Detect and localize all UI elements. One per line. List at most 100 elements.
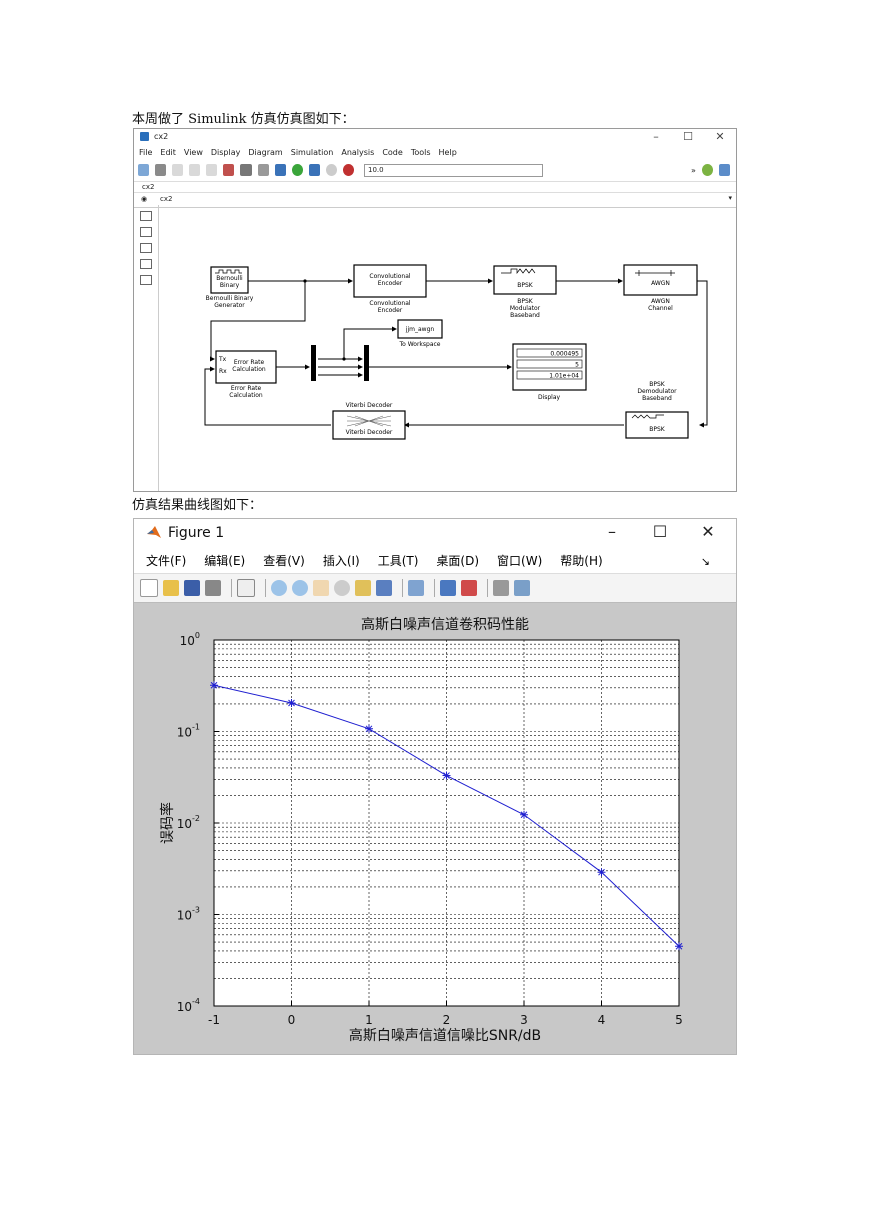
pan-hand-icon[interactable] bbox=[313, 580, 329, 596]
figure-close-button[interactable]: ✕ bbox=[696, 522, 720, 541]
simulink-canvas: Bernoulli Binary Bernoulli Binary Generato… bbox=[204, 264, 708, 440]
menu-edit[interactable]: Edit bbox=[160, 148, 176, 157]
new-model-icon[interactable] bbox=[138, 164, 150, 176]
image-icon[interactable] bbox=[140, 275, 152, 285]
colorbar-icon[interactable] bbox=[440, 580, 456, 596]
demux-block[interactable] bbox=[311, 345, 316, 381]
simulink-window: cx2 – ☐ ✕ File Edit View Display Diagram… bbox=[133, 128, 737, 492]
simulink-toolbar: 10.0 » bbox=[134, 159, 736, 182]
mux-block[interactable] bbox=[364, 345, 369, 381]
pointer-icon[interactable] bbox=[237, 579, 255, 597]
build-icon[interactable] bbox=[719, 164, 731, 176]
menu-insert-cn[interactable]: 插入(I) bbox=[323, 552, 360, 569]
print-icon[interactable] bbox=[205, 580, 221, 596]
link-plot-icon[interactable] bbox=[408, 580, 424, 596]
fit-view-icon[interactable] bbox=[140, 227, 152, 237]
simulink-menubar: File Edit View Display Diagram Simulatio… bbox=[134, 145, 736, 159]
menu-display[interactable]: Display bbox=[211, 148, 241, 157]
label-line: Baseband bbox=[642, 395, 672, 402]
label-line: Viterbi Decoder bbox=[346, 402, 393, 409]
menu-file-cn[interactable]: 文件(F) bbox=[146, 552, 186, 569]
back-icon[interactable] bbox=[172, 164, 184, 176]
minimize-button[interactable]: – bbox=[646, 130, 666, 143]
up-icon[interactable] bbox=[206, 164, 218, 176]
menu-file[interactable]: File bbox=[139, 148, 152, 157]
ber-point-marker bbox=[675, 942, 683, 951]
display-value-ber: 0.000495 bbox=[550, 351, 579, 358]
label-line: 1.01e+04 bbox=[549, 373, 579, 380]
more-icon[interactable]: » bbox=[691, 166, 696, 175]
zoom-in-icon[interactable] bbox=[271, 580, 287, 596]
zoom-icon[interactable] bbox=[140, 211, 152, 221]
error-rate-label: Error Rate Calculation bbox=[229, 385, 263, 399]
menu-diagram[interactable]: Diagram bbox=[248, 148, 282, 157]
run-icon[interactable] bbox=[291, 164, 303, 176]
label-line: Convolutional bbox=[369, 273, 411, 280]
model-breadcrumb[interactable]: cx2 bbox=[160, 195, 172, 203]
figure-titlebar: Figure 1 – ☐ ✕ bbox=[134, 519, 736, 547]
model-explorer-icon[interactable] bbox=[257, 164, 269, 176]
menu-help-cn[interactable]: 帮助(H) bbox=[560, 552, 602, 569]
y-tick-label: 10-1 bbox=[177, 723, 200, 740]
bpsk-demodulator-block[interactable] bbox=[625, 411, 689, 439]
viterbi-decoder-label: Viterbi Decoder bbox=[346, 402, 393, 409]
settings-gear-icon[interactable] bbox=[240, 164, 252, 176]
chevron-down-icon[interactable]: ▾ bbox=[728, 194, 732, 202]
label-line: Tx bbox=[218, 356, 227, 363]
new-figure-icon[interactable] bbox=[140, 579, 158, 597]
label-line: BPSK bbox=[517, 298, 534, 305]
zoom-out-icon[interactable] bbox=[292, 580, 308, 596]
menu-view-cn[interactable]: 查看(V) bbox=[263, 552, 305, 569]
model-tab[interactable]: cx2 bbox=[134, 182, 736, 193]
ber-point-marker bbox=[597, 868, 606, 877]
y-tick-exponent: 0 bbox=[195, 631, 200, 640]
maximize-button[interactable]: ☐ bbox=[678, 130, 698, 143]
menu-analysis[interactable]: Analysis bbox=[341, 148, 374, 157]
viterbi-icon-text: Viterbi Decoder bbox=[346, 429, 393, 436]
label-line: Bernoulli Binary bbox=[206, 295, 254, 302]
forward-icon[interactable] bbox=[189, 164, 201, 176]
menu-code[interactable]: Code bbox=[382, 148, 402, 157]
step-back-icon[interactable] bbox=[274, 164, 286, 176]
menu-help[interactable]: Help bbox=[439, 148, 457, 157]
figure-minimize-button[interactable]: – bbox=[600, 522, 624, 541]
menu-tools[interactable]: Tools bbox=[411, 148, 431, 157]
stop-time-input[interactable]: 10.0 bbox=[364, 163, 544, 177]
label-line: Display bbox=[538, 394, 561, 401]
menu-window-cn[interactable]: 窗口(W) bbox=[497, 552, 542, 569]
stop-icon[interactable] bbox=[325, 164, 337, 176]
data-cursor-icon[interactable] bbox=[355, 580, 371, 596]
save-icon[interactable] bbox=[155, 164, 167, 176]
library-browser-icon[interactable] bbox=[223, 164, 235, 176]
menu-edit-cn[interactable]: 编辑(E) bbox=[204, 552, 245, 569]
hide-browser-icon[interactable]: ◉ bbox=[141, 195, 147, 203]
conv-encoder-label: Convolutional Encoder bbox=[369, 300, 411, 314]
show-plot-tools-icon[interactable] bbox=[514, 580, 530, 596]
bpsk-demodulator-icon-text: BPSK bbox=[649, 426, 666, 433]
hide-plot-tools-icon[interactable] bbox=[493, 580, 509, 596]
menu-desktop-cn[interactable]: 桌面(D) bbox=[436, 552, 479, 569]
menu-simulation[interactable]: Simulation bbox=[291, 148, 334, 157]
dock-arrow-icon[interactable]: ↘ bbox=[701, 555, 710, 568]
to-workspace-variable: jjm_awgn bbox=[405, 326, 435, 333]
annotation-icon[interactable] bbox=[140, 259, 152, 269]
y-tick-label: 10-4 bbox=[177, 997, 200, 1014]
open-folder-icon[interactable] bbox=[163, 580, 179, 596]
arrow-icon[interactable] bbox=[140, 243, 152, 253]
close-button[interactable]: ✕ bbox=[710, 130, 730, 143]
model-advisor-icon[interactable] bbox=[701, 164, 713, 176]
label-line: Convolutional bbox=[369, 300, 411, 307]
menu-view[interactable]: View bbox=[184, 148, 203, 157]
y-tick-base: 10 bbox=[177, 817, 192, 831]
rotate-3d-icon[interactable] bbox=[334, 580, 350, 596]
legend-icon[interactable] bbox=[461, 580, 477, 596]
figure-maximize-button[interactable]: ☐ bbox=[648, 522, 672, 541]
brush-icon[interactable] bbox=[376, 580, 392, 596]
save-icon[interactable] bbox=[184, 580, 200, 596]
record-icon[interactable] bbox=[342, 164, 355, 176]
menu-tools-cn[interactable]: 工具(T) bbox=[378, 552, 419, 569]
simulink-app-icon bbox=[140, 132, 149, 141]
y-tick-base: 10 bbox=[177, 726, 192, 740]
ber-point-marker bbox=[210, 681, 218, 690]
step-forward-icon[interactable] bbox=[308, 164, 320, 176]
